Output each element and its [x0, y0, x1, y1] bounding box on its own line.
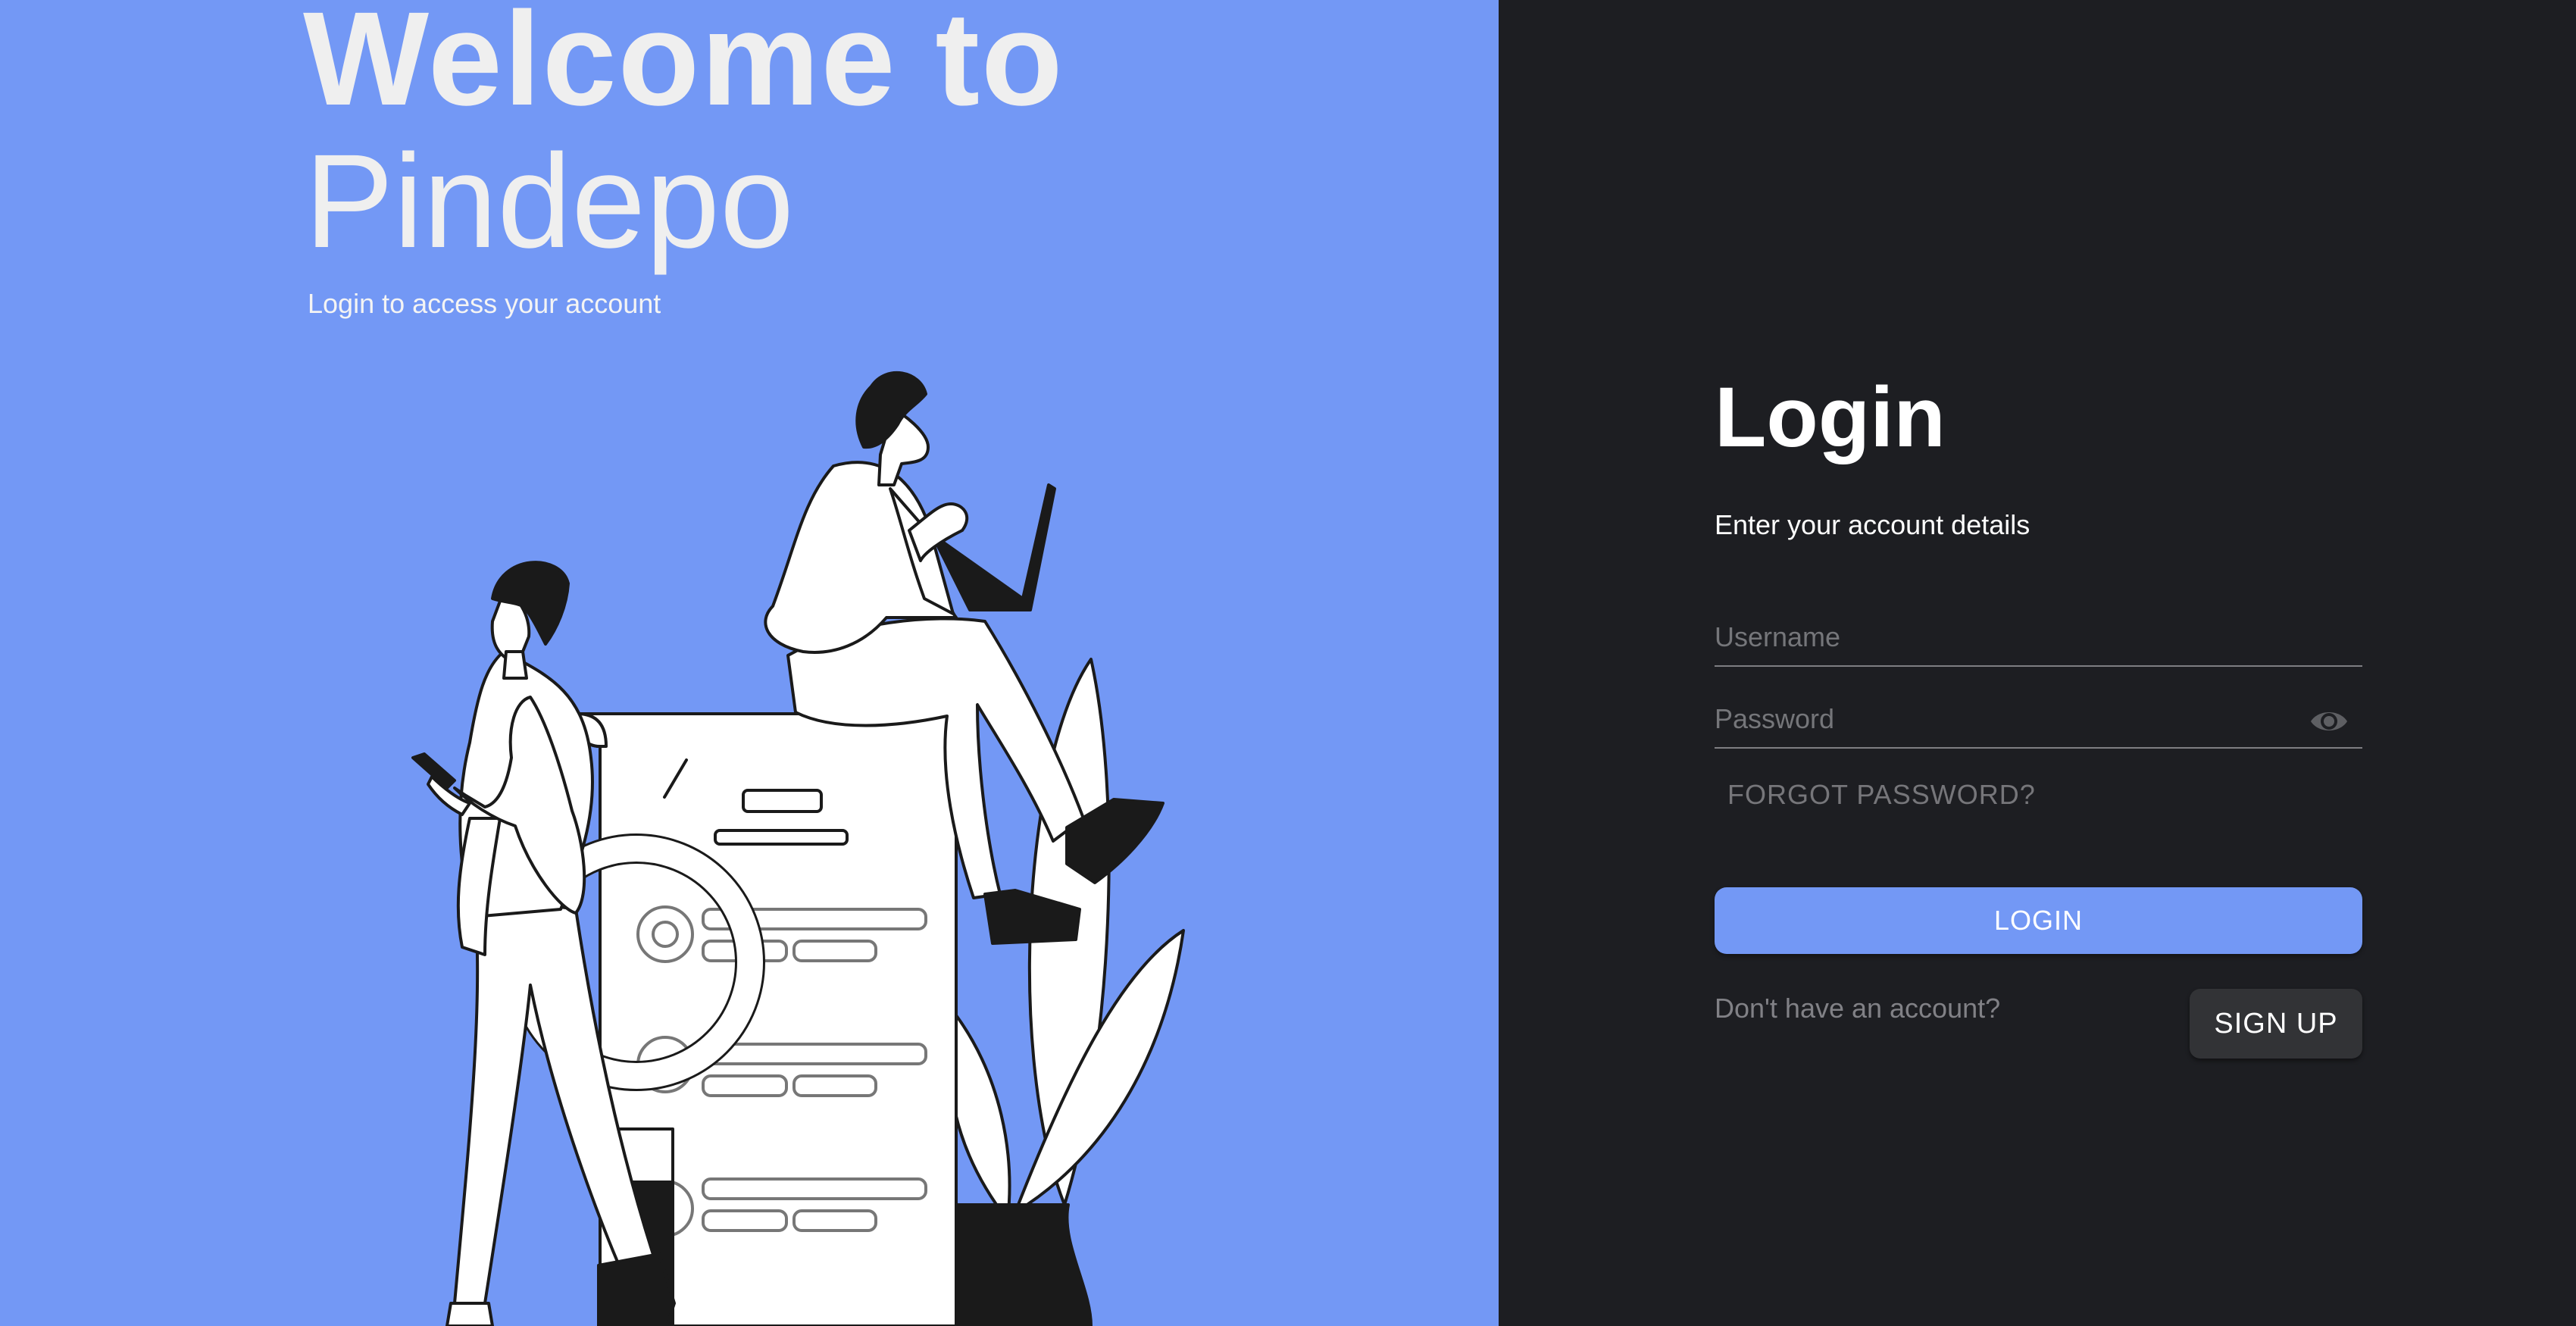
- login-subtitle: Enter your account details: [1715, 509, 2030, 540]
- password-field: [1715, 693, 2362, 749]
- login-button[interactable]: LOGIN: [1715, 887, 2362, 954]
- people-with-document-illustration: [411, 371, 1185, 1326]
- hero-panel: Welcome to Pindepo Login to access your …: [0, 0, 1499, 1326]
- forgot-password-button[interactable]: FORGOT PASSWORD?: [1727, 779, 2036, 811]
- username-input[interactable]: [1715, 611, 2306, 664]
- sign-up-button[interactable]: SIGN UP: [2190, 989, 2362, 1059]
- no-account-text: Don't have an account?: [1715, 993, 2001, 1024]
- password-input[interactable]: [1715, 693, 2306, 746]
- login-title: Login: [1715, 370, 1946, 464]
- username-field: [1715, 611, 2362, 667]
- eye-icon[interactable]: [2309, 706, 2349, 736]
